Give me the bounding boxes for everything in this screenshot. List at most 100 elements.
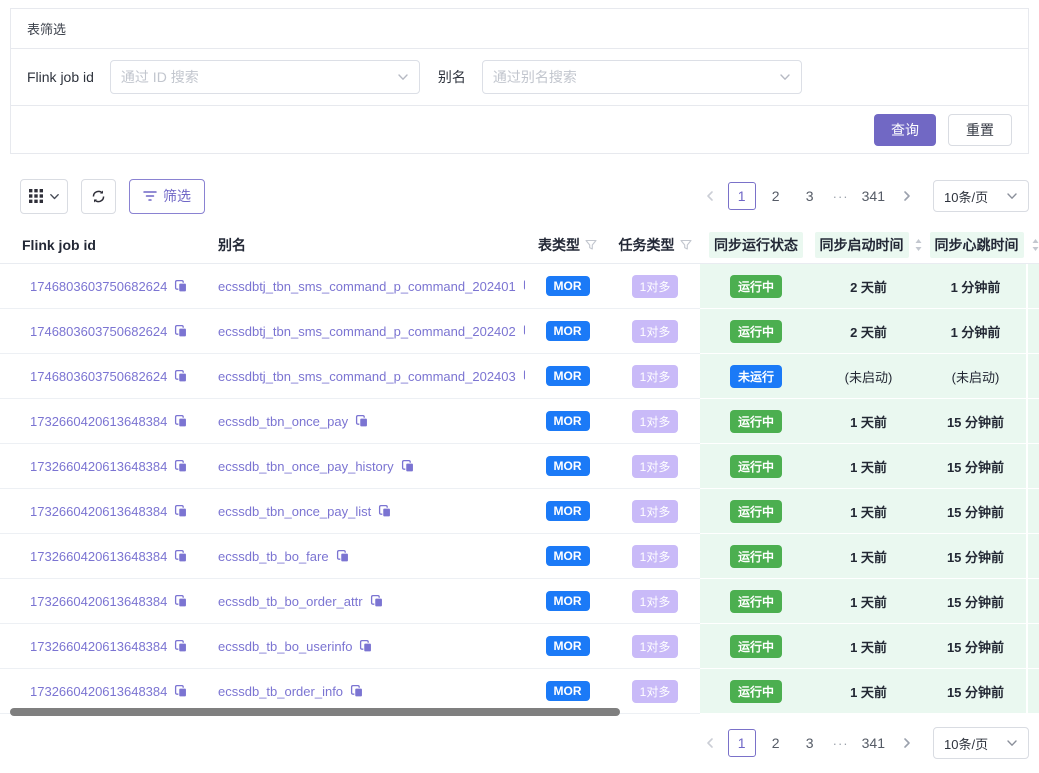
horizontal-scrollbar-thumb[interactable] [10,708,620,716]
alias-select[interactable]: 通过别名搜索 [482,60,802,94]
pagination-prev-icon[interactable] [698,182,722,210]
copy-icon[interactable] [174,549,188,563]
alias-text: ecssdb_tb_bo_order_attr [218,594,363,609]
heartbeat-time-text: 15 分钟前 [947,502,1004,521]
heartbeat-time-text: 15 分钟前 [947,547,1004,566]
alias-text: ecssdbtj_tbn_sms_command_p_command_20240… [218,324,516,339]
filter-card-title: 表筛选 [11,9,1028,49]
pagination-next-icon[interactable] [895,729,919,757]
column-settings-button[interactable] [20,179,68,214]
start-time-text: 1 天前 [850,682,887,701]
sort-icon[interactable] [1031,238,1039,252]
job-id-text: 1732660420613648384 [30,549,167,564]
copy-icon[interactable] [174,279,188,293]
flink-job-id-select[interactable]: 通过 ID 搜索 [110,60,420,94]
refresh-button[interactable] [81,179,116,214]
task-type-badge: 1对多 [632,455,679,478]
flink-job-id-placeholder: 通过 ID 搜索 [121,67,199,87]
table-type-badge: MOR [546,321,590,341]
copy-icon[interactable] [174,504,188,518]
filter-lines-icon [143,190,157,202]
filter-fields-row: Flink job id 通过 ID 搜索 别名 通过别名搜索 [11,49,1028,105]
table-row: 1746803603750682624 ecssdbtj_tbn_sms_com… [0,309,1039,354]
start-time-text: 2 天前 [850,277,887,296]
start-time-text: 1 天前 [850,457,887,476]
refresh-icon [91,189,106,204]
copy-icon[interactable] [336,549,350,563]
pagination-pages: 123···341 [728,182,889,210]
pagination-prev-icon[interactable] [698,729,722,757]
bottom-bar: 123 ··· 341 10条/页 [20,727,1029,759]
table-row: 1732660420613648384 ecssdb_tb_bo_order_a… [0,579,1039,624]
status-badge: 运行中 [730,500,782,523]
pagination-top: 123···341 10条/页 [698,180,1029,212]
table-type-badge: MOR [546,681,590,701]
alias-label: 别名 [438,67,466,87]
alias-text: ecssdb_tb_bo_userinfo [218,639,352,654]
table-type-badge: MOR [546,591,590,611]
heartbeat-time-text: 15 分钟前 [947,682,1004,701]
filter-button-label: 筛选 [163,186,191,206]
pagination-page-3[interactable]: 3 [796,182,824,210]
table-row: 1732660420613648384 ecssdb_tbn_once_pay_… [0,444,1039,489]
heartbeat-time-text: 1 分钟前 [951,277,1001,296]
copy-icon[interactable] [378,504,392,518]
table-row: 1732660420613648384 ecssdb_tbn_once_pay … [0,399,1039,444]
status-badge: 运行中 [730,275,782,298]
reset-button[interactable]: 重置 [948,114,1012,146]
filter-funnel-icon[interactable] [680,239,692,251]
copy-icon[interactable] [174,324,188,338]
page-size-select[interactable]: 10条/页 [933,180,1029,212]
table-toolbar: 筛选 123···341 10条/页 [20,178,1029,214]
pagination-page-341[interactable]: 341 [858,729,889,757]
heartbeat-time-text: 15 分钟前 [947,592,1004,611]
copy-icon[interactable] [174,684,188,698]
column-header-overflow [1028,226,1039,264]
copy-icon[interactable] [174,459,188,473]
pagination-page-2[interactable]: 2 [762,182,790,210]
pagination-pages: 123 ··· 341 [728,729,889,757]
table-header: Flink job id 别名 表类型 任务类型 同步运行状态 同步启动时间 同… [0,226,1039,264]
pagination-page-3[interactable]: 3 [796,729,824,757]
alias-text: ecssdb_tbn_once_pay_list [218,504,371,519]
pagination-next-icon[interactable] [895,182,919,210]
task-type-badge: 1对多 [632,410,679,433]
chevron-down-icon [1006,737,1018,749]
pagination-bottom: 123 ··· 341 10条/页 [698,727,1029,759]
copy-icon[interactable] [401,459,415,473]
filter-button[interactable]: 筛选 [129,179,205,214]
copy-icon[interactable] [355,414,369,428]
sort-icon[interactable] [914,238,923,252]
task-type-badge: 1对多 [632,590,679,613]
flink-job-id-label: Flink job id [27,69,94,85]
job-id-text: 1732660420613648384 [30,504,167,519]
copy-icon[interactable] [370,594,384,608]
copy-icon[interactable] [174,639,188,653]
pagination-page-1[interactable]: 1 [728,182,756,210]
column-header-task-type: 任务类型 [610,226,700,264]
task-type-badge: 1对多 [632,500,679,523]
copy-icon[interactable] [350,684,364,698]
status-badge: 运行中 [730,410,782,433]
copy-icon[interactable] [174,369,188,383]
table-row: 1746803603750682624 ecssdbtj_tbn_sms_com… [0,354,1039,399]
query-button[interactable]: 查询 [874,114,936,146]
pagination-page-1[interactable]: 1 [728,729,756,757]
pagination-ellipsis: ··· [830,736,852,751]
job-id-text: 1732660420613648384 [30,594,167,609]
column-header-alias: 别名 [196,226,525,264]
pagination-page-341[interactable]: 341 [858,182,889,210]
filter-funnel-icon[interactable] [585,239,597,251]
copy-icon[interactable] [359,639,373,653]
start-time-text: 2 天前 [850,322,887,341]
table-type-badge: MOR [546,366,590,386]
job-id-text: 1746803603750682624 [30,279,167,294]
copy-icon[interactable] [174,594,188,608]
page-size-select[interactable]: 10条/页 [933,727,1029,759]
start-time-text: 1 天前 [850,637,887,656]
pagination-page-2[interactable]: 2 [762,729,790,757]
task-type-badge: 1对多 [632,320,679,343]
heartbeat-time-text: 15 分钟前 [947,457,1004,476]
copy-icon[interactable] [174,414,188,428]
task-type-badge: 1对多 [632,680,679,703]
